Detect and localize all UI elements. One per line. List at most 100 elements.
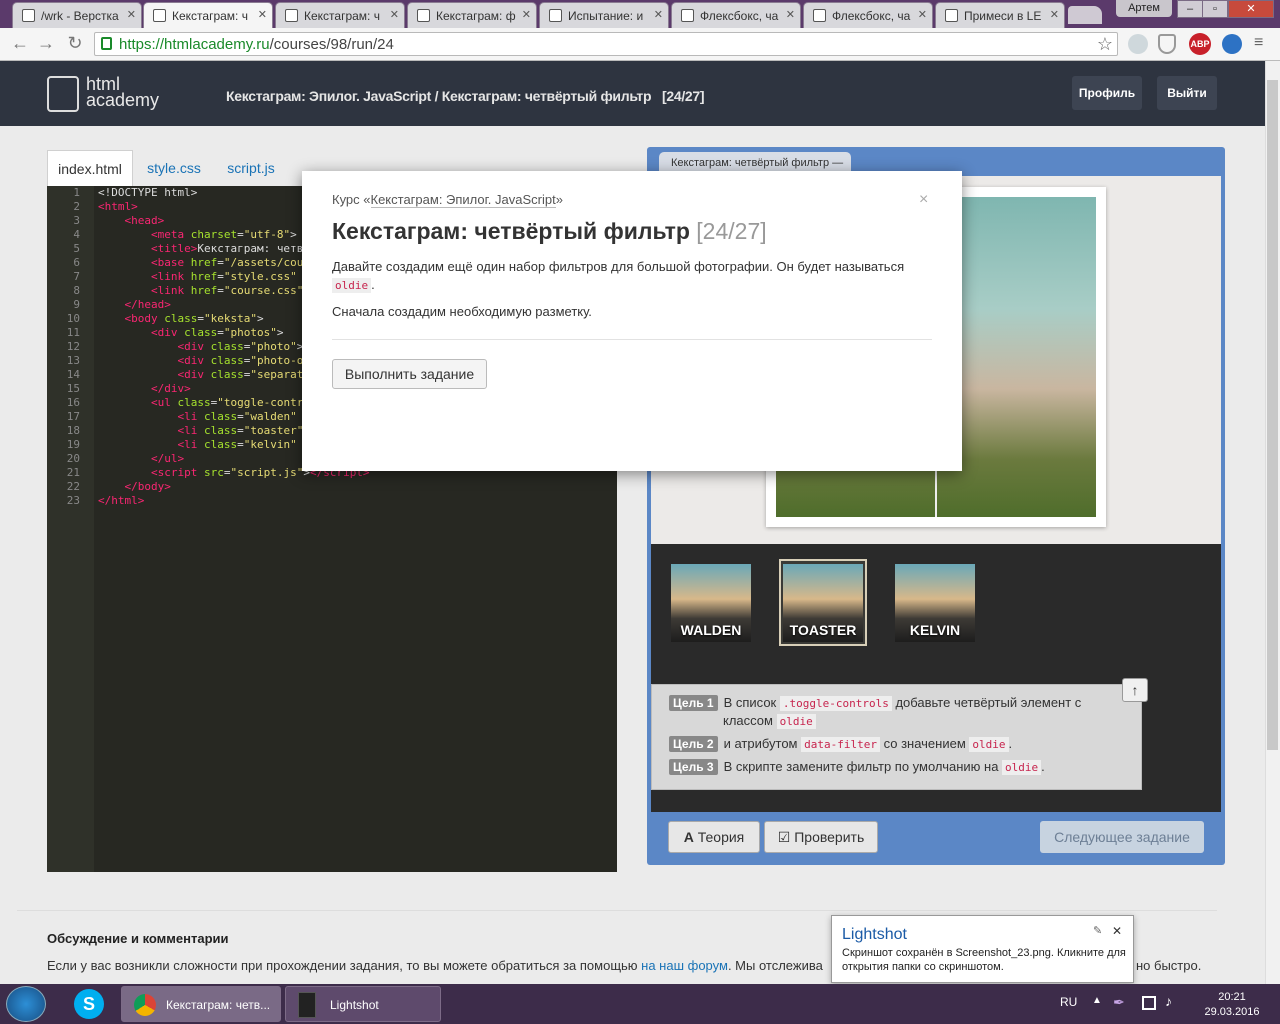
menu-icon[interactable]: ≡: [1254, 34, 1264, 54]
tray-arrow-icon[interactable]: ▲: [1092, 995, 1102, 1006]
shield-icon[interactable]: [1158, 34, 1176, 54]
browser-tab[interactable]: Кекстаграм: ч ✕: [275, 2, 405, 28]
line-number: 21: [66, 466, 80, 479]
close-tab-icon[interactable]: ✕: [258, 8, 267, 21]
forum-link[interactable]: на наш форум: [641, 958, 728, 973]
line-number: 19: [66, 438, 80, 451]
clock[interactable]: 20:21 29.03.2016: [1196, 990, 1268, 1020]
line-number: 15: [66, 382, 80, 395]
skype-icon[interactable]: S: [74, 989, 104, 1019]
modal-close-icon[interactable]: ×: [919, 191, 928, 209]
check-button[interactable]: ☑ Проверить: [764, 821, 878, 853]
forward-icon[interactable]: →: [34, 33, 58, 54]
start-task-button[interactable]: Выполнить задание: [332, 359, 487, 389]
filter-kelvin[interactable]: KELVIN: [895, 564, 975, 642]
favicon-icon: [22, 9, 35, 22]
close-tab-icon[interactable]: ✕: [918, 8, 927, 21]
tab-script-js[interactable]: script.js: [218, 150, 284, 186]
user-badge[interactable]: Артем: [1116, 0, 1172, 17]
line-number: 11: [66, 326, 80, 339]
logo-icon[interactable]: [47, 76, 79, 112]
lightshot-tray-icon[interactable]: ✒: [1113, 994, 1127, 1010]
taskbar-lightshot[interactable]: Lightshot: [285, 986, 441, 1022]
crumb-task: Кекстаграм: четвёртый фильтр: [441, 88, 652, 104]
browser-tab[interactable]: Флексбокс, ча ✕: [671, 2, 801, 28]
line-number: 14: [66, 368, 80, 381]
line-number: 23: [66, 494, 80, 507]
favicon-icon: [813, 9, 826, 22]
pin-icon[interactable]: ✎: [1093, 924, 1102, 937]
close-tab-icon[interactable]: ✕: [522, 8, 531, 21]
tab-index-html[interactable]: index.html: [47, 150, 133, 186]
browser-tab[interactable]: Флексбокс, ча ✕: [803, 2, 933, 28]
close-tab-icon[interactable]: ✕: [786, 8, 795, 21]
url-host: https://htmlacademy.ru: [119, 36, 270, 53]
favicon-icon: [153, 9, 166, 22]
breadcrumb: Кекстаграм: Эпилог. JavaScript / Кекстаг…: [226, 88, 705, 104]
lightshot-icon: [298, 992, 316, 1018]
browser-tab[interactable]: Испытание: и ✕: [539, 2, 669, 28]
favicon-icon: [945, 9, 958, 22]
close-tab-icon[interactable]: ✕: [654, 8, 663, 21]
modal-text-2: Сначала создадим необходимую разметку.: [332, 304, 592, 319]
new-tab-button[interactable]: [1068, 6, 1102, 24]
logo[interactable]: html academy: [86, 75, 159, 109]
address-bar[interactable]: https://htmlacademy.ru/courses/98/run/24…: [94, 32, 1118, 56]
extension-icon[interactable]: [1128, 34, 1148, 54]
line-gutter: 1 2 3 4 5 6 7 8 9 10 11 12 13 14 15 16 17 18 19 20 21 22 23: [47, 186, 94, 872]
line-number: 3: [73, 214, 80, 227]
goal-2: Цель 2и атрибутом data-filter со значени…: [669, 736, 1012, 752]
modal-title: Кекстаграм: четвёртый фильтр [24/27]: [332, 218, 767, 244]
browser-tab[interactable]: Кекстаграм: ф ✕: [407, 2, 537, 28]
adblock-icon[interactable]: ABP: [1189, 33, 1211, 55]
url-path: /courses/98/run/24: [269, 36, 394, 53]
taskbar-chrome[interactable]: Кекстаграм: четв...: [121, 986, 281, 1022]
modal-course: Курс «Кекстаграм: Эпилог. JavaScript»: [332, 192, 563, 208]
tab-style-css[interactable]: style.css: [137, 150, 211, 186]
close-tab-icon[interactable]: ✕: [1050, 8, 1059, 21]
language-indicator[interactable]: RU: [1060, 995, 1077, 1009]
collapse-arrow-icon[interactable]: ↑: [1122, 678, 1148, 702]
modal-divider: [332, 339, 932, 340]
start-button[interactable]: [6, 986, 46, 1022]
profile-button[interactable]: Профиль: [1072, 76, 1142, 110]
goals-panel: Цель 1В список .toggle-controls добавьте…: [651, 684, 1142, 790]
filter-walden[interactable]: WALDEN: [671, 564, 751, 642]
network-icon[interactable]: [1142, 996, 1156, 1010]
window-close-icon[interactable]: ✕: [1228, 0, 1274, 18]
lightshot-text[interactable]: Скриншот сохранён в Screenshot_23.png. К…: [842, 946, 1130, 974]
line-number: 1: [73, 186, 80, 199]
theory-button[interactable]: A Теория: [668, 821, 760, 853]
scrollbar-thumb[interactable]: [1267, 80, 1278, 750]
volume-icon[interactable]: ♪: [1165, 993, 1172, 1009]
section-divider: [17, 910, 1217, 911]
line-number: 22: [66, 480, 80, 493]
theory-icon: A: [683, 829, 694, 845]
discussion-title: Обсуждение и комментарии: [47, 931, 229, 946]
filter-toaster[interactable]: TOASTER: [783, 564, 863, 642]
line-number: 6: [73, 256, 80, 269]
maximize-icon[interactable]: ▫: [1202, 0, 1228, 18]
favicon-icon: [549, 9, 562, 22]
line-number: 17: [66, 410, 80, 423]
crumb-course[interactable]: Кекстаграм: Эпилог. JavaScript: [226, 88, 431, 104]
favicon-icon: [417, 9, 430, 22]
close-tab-icon[interactable]: ✕: [390, 8, 399, 21]
notification-close-icon[interactable]: ✕: [1112, 924, 1122, 938]
lock-icon: [101, 37, 112, 50]
globe-icon[interactable]: [1222, 34, 1242, 54]
reload-icon[interactable]: ↻: [63, 33, 87, 54]
line-number: 16: [66, 396, 80, 409]
close-tab-icon[interactable]: ✕: [127, 8, 136, 21]
line-number: 13: [66, 354, 80, 367]
minimize-icon[interactable]: –: [1177, 0, 1203, 18]
bookmark-star-icon[interactable]: ☆: [1097, 34, 1113, 55]
browser-tab[interactable]: /wrk - Верстка ✕: [12, 2, 142, 28]
logout-button[interactable]: Выйти: [1157, 76, 1217, 110]
next-task-button[interactable]: Следующее задание: [1040, 821, 1204, 853]
browser-tab-active[interactable]: Кекстаграм: ч ✕: [143, 2, 273, 28]
checkbox-icon: ☑: [777, 829, 791, 845]
back-icon[interactable]: ←: [8, 33, 32, 54]
browser-tab[interactable]: Примеси в LE ✕: [935, 2, 1065, 28]
course-link[interactable]: Кекстаграм: Эпилог. JavaScript: [370, 192, 556, 208]
